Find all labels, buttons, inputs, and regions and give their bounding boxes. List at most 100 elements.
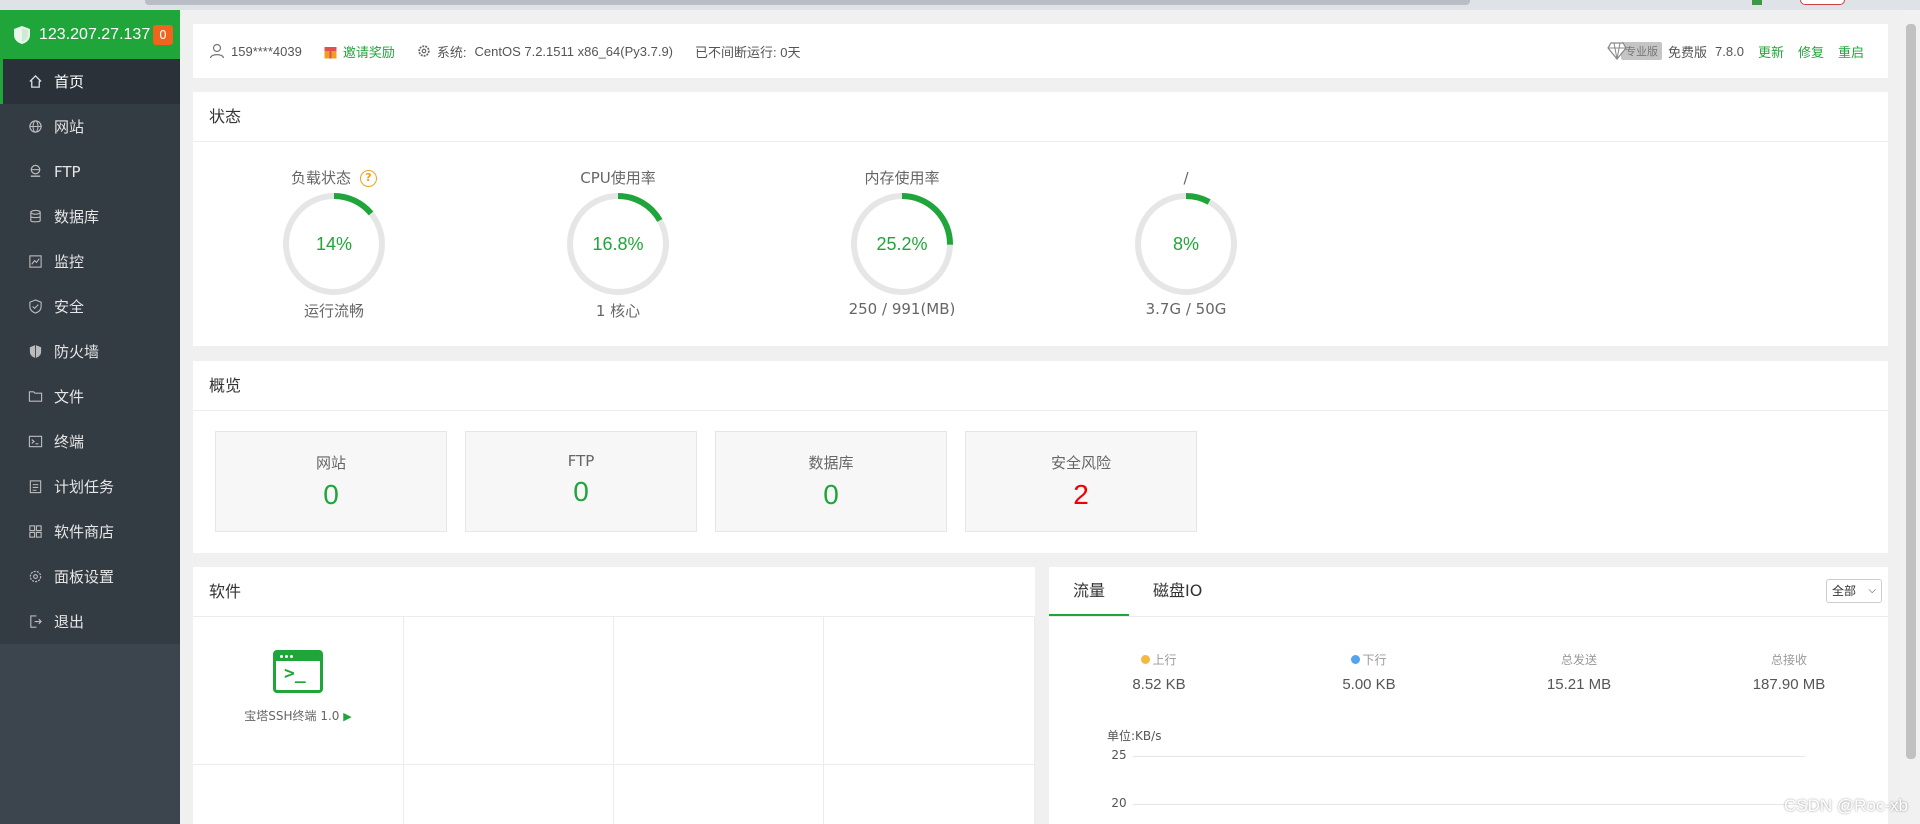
scrollbar-thumb[interactable] [1906,24,1916,759]
firewall-icon [27,344,43,360]
gauge-sub: 1 核心 [595,302,641,320]
gauge-title: / [1096,168,1276,188]
stat-value: 8.52 KB [1132,676,1186,693]
restart-link[interactable]: 重启 [1838,42,1864,61]
overview-card-value: 2 [1073,479,1089,510]
software-slot-empty[interactable] [614,617,824,765]
grid-icon [27,524,43,540]
overview-title: 概览 [193,361,1888,411]
traffic-tabs: 流量 磁盘IO [1049,567,1888,617]
software-slot-empty[interactable] [824,765,1035,824]
tab-disk-io[interactable]: 磁盘IO [1129,566,1226,616]
stat-label: 上行 [1152,653,1177,667]
software-item-ssh-terminal[interactable]: >_ 宝塔SSH终端 1.0 ▶ [193,617,404,765]
uptime-text: 已不间断运行: 0天 [695,44,801,60]
gauge-title: CPU使用率 [528,168,708,188]
gauge-ring: 25.2% [851,193,953,295]
overview-card-websites[interactable]: 网站 0 [215,431,447,532]
sidebar-header: 123.207.27.137 0 [0,10,180,59]
server-info-bar: 159****4039 邀请奖励 系统: CentOS 7.2.1511 x86… [193,24,1888,78]
uptime: 已不间断运行: 0天 [695,42,800,61]
sidebar-item-label: 网站 [54,118,85,136]
gauge-memory[interactable]: 内存使用率 25.2% 250 / 991(MB) [812,168,992,318]
question-icon[interactable]: ? [360,169,377,187]
watermark: CSDN @Roc-xb [1784,796,1908,815]
sidebar-menu: 首页 网站 FTP 数据库 监控 安全 防火墙 文件 终端 计划任务 软件商店 … [0,59,180,644]
gauge-title-text: / [1183,169,1189,187]
invite-reward-link[interactable]: 邀请奖励 [324,42,395,61]
chevron-down-icon: ⌵ [1868,585,1876,596]
software-name-text: 宝塔SSH终端 1.0 [244,709,340,723]
software-title: 软件 [193,567,1035,617]
sidebar-item-logout[interactable]: 退出 [0,599,180,644]
vertical-scrollbar[interactable] [1902,10,1920,824]
system-label: 系统: [436,44,467,60]
gauge-load[interactable]: 负载状态? 14% 运行流畅 [244,168,424,321]
gauge-cpu[interactable]: CPU使用率 16.8% 1 核心 [528,168,708,321]
sidebar-item-home[interactable]: 首页 [0,59,180,104]
sidebar-item-label: FTP [54,162,81,181]
chart-gridline [1133,804,1805,805]
gear-icon [27,569,43,585]
gauge-title: 内存使用率 [812,168,992,188]
home-icon [27,74,43,90]
pro-edition-tag[interactable]: 专业版 [1621,42,1663,60]
globe-icon [27,119,43,135]
sidebar-item-security[interactable]: 安全 [0,284,180,329]
sidebar-item-label: 面板设置 [54,568,115,586]
gauge-value: 16.8% [592,234,643,254]
sidebar-item-website[interactable]: 网站 [0,104,180,149]
user-account[interactable]: 159****4039 [209,43,302,59]
chart-gridline [1133,756,1805,757]
server-ip: 123.207.27.137 [39,25,151,43]
stat-download: 下行 5.00 KB [1289,651,1449,693]
gauge-ring: 14% [283,193,385,295]
overview-card-ftp[interactable]: FTP 0 [465,431,697,532]
edition-label: 免费版 [1668,44,1708,60]
sidebar-item-settings[interactable]: 面板设置 [0,554,180,599]
sidebar-item-label: 终端 [54,433,85,451]
overview-card-database[interactable]: 数据库 0 [715,431,947,532]
version-area: 专业版 免费版 7.8.0 更新 修复 重启 [1607,42,1888,61]
browser-top-strip [0,0,1920,10]
sidebar-item-database[interactable]: 数据库 [0,194,180,239]
overview-card-security-risk[interactable]: 安全风险 2 [965,431,1197,532]
extension-icon[interactable] [1752,0,1762,5]
stat-label: 总接收 [1770,653,1807,667]
sidebar-item-firewall[interactable]: 防火墙 [0,329,180,374]
user-icon [209,43,225,59]
software-slot-empty[interactable] [404,765,614,824]
sidebar-item-cron[interactable]: 计划任务 [0,464,180,509]
software-grid: >_ 宝塔SSH终端 1.0 ▶ [193,617,1035,824]
sidebar-item-monitor[interactable]: 监控 [0,239,180,284]
network-select[interactable]: 全部 ⌵ [1826,579,1882,603]
play-icon[interactable]: ▶ [343,710,351,723]
sidebar-item-files[interactable]: 文件 [0,374,180,419]
tab-traffic[interactable]: 流量 [1049,566,1130,616]
message-count-badge[interactable]: 0 [153,24,173,45]
software-slot-empty[interactable] [824,617,1035,765]
sidebar-item-store[interactable]: 软件商店 [0,509,180,554]
sidebar-item-label: 安全 [54,298,85,316]
gauge-ring: 8% [1135,193,1237,295]
overview-card-label: 网站 [315,454,346,472]
gauge-disk[interactable]: / 8% 3.7G / 50G [1096,168,1276,318]
sidebar-item-terminal[interactable]: 终端 [0,419,180,464]
browser-pill[interactable] [1800,0,1845,5]
stat-total-sent: 总发送 15.21 MB [1499,651,1659,693]
software-slot-empty[interactable] [404,617,614,765]
gauge-title-text: CPU使用率 [580,169,656,187]
repair-link[interactable]: 修复 [1798,42,1824,61]
gauge-value: 14% [316,234,352,254]
stat-value: 187.90 MB [1752,676,1826,693]
sidebar-item-ftp[interactable]: FTP [0,149,180,194]
software-slot-empty[interactable] [193,765,404,824]
gauge-sub: 运行流畅 [303,302,364,320]
user-phone: 159****4039 [231,43,302,59]
stat-value: 15.21 MB [1546,676,1612,693]
terminal-icon [27,434,43,450]
horizontal-scrollbar[interactable] [145,0,1470,5]
update-link[interactable]: 更新 [1758,42,1784,61]
software-slot-empty[interactable] [614,765,824,824]
chart-unit-label: 单位:KB/s [1107,729,1162,743]
